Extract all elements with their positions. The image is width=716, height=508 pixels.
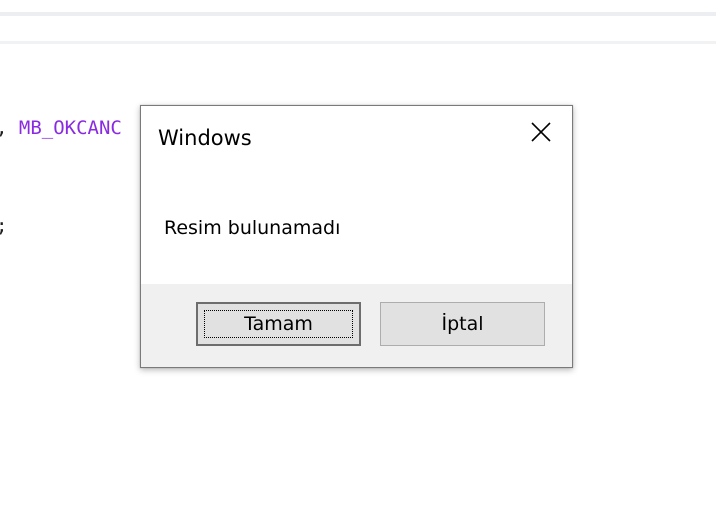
code-constant: MB_OKCANC — [18, 117, 122, 139]
editor-background: , MB_OKCANC ; Windows Resim bulunamadı T… — [0, 0, 716, 508]
editor-top-band — [0, 12, 716, 16]
close-button[interactable] — [518, 114, 564, 154]
close-icon — [530, 121, 552, 148]
cancel-button[interactable]: İptal — [380, 302, 545, 346]
code-line: , MB_OKCANC — [0, 116, 122, 140]
dialog-title: Windows — [158, 126, 252, 150]
editor-top-divider — [0, 41, 716, 44]
code-semicolon: ; — [0, 215, 7, 237]
dialog-message: Resim bulunamadı — [164, 217, 341, 239]
code-comma: , — [0, 117, 7, 139]
message-box-dialog: Windows Resim bulunamadı Tamam İptal — [140, 105, 573, 368]
ok-button[interactable]: Tamam — [196, 302, 361, 346]
cancel-button-label: İptal — [441, 313, 484, 335]
dialog-button-bar: Tamam İptal — [141, 284, 572, 367]
ok-button-label: Tamam — [244, 313, 313, 335]
code-line: ; — [0, 214, 7, 238]
